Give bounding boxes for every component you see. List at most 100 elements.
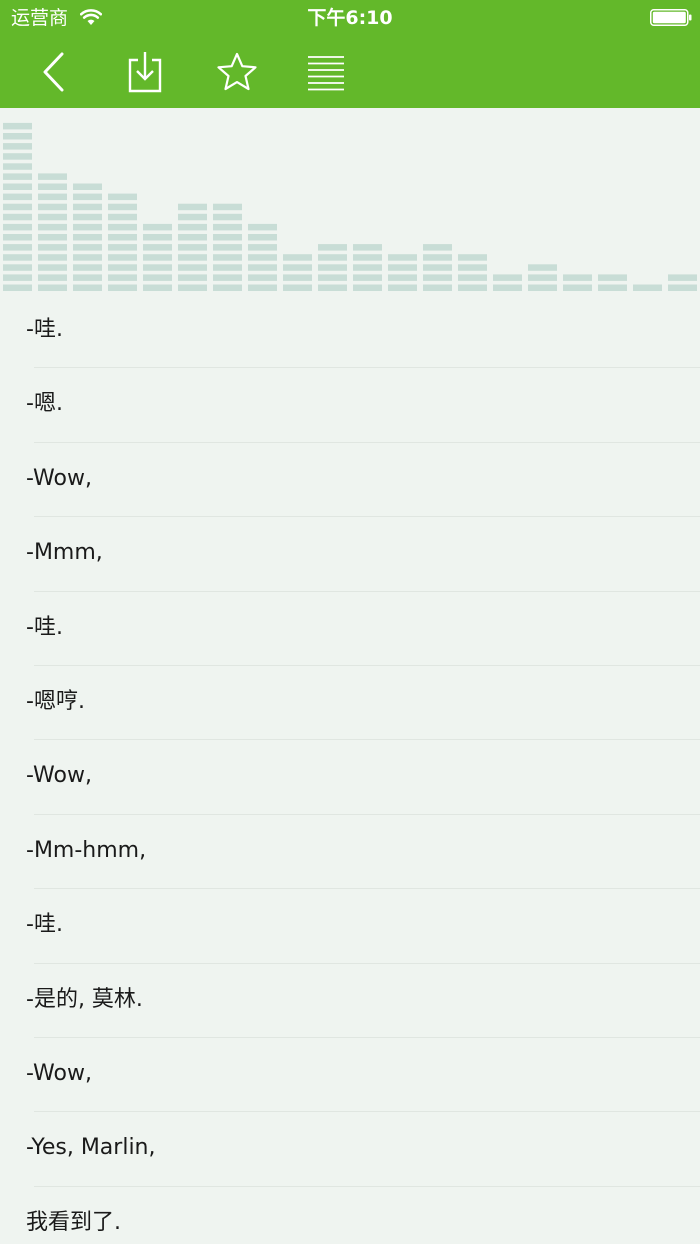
visualizer-segment: [213, 234, 242, 241]
visualizer-segment: [38, 213, 67, 221]
visualizer-segment: [528, 274, 557, 281]
favorite-button[interactable]: [211, 46, 263, 98]
visualizer-segment: [108, 234, 137, 241]
subtitle-row[interactable]: -Yes, Marlin,: [0, 1112, 700, 1188]
battery-icon: [650, 9, 692, 26]
visualizer-segment: [73, 244, 102, 251]
subtitle-row[interactable]: -Mm-hmm,: [0, 815, 700, 890]
visualizer-bar: [493, 274, 522, 291]
visualizer-segment: [178, 234, 207, 241]
subtitle-text: -Wow,: [26, 1060, 92, 1086]
visualizer-segment: [108, 284, 137, 291]
visualizer-segment: [213, 284, 242, 291]
visualizer-bar: [528, 264, 557, 291]
visualizer-segment: [38, 234, 67, 241]
subtitle-row[interactable]: -哇.: [0, 889, 700, 964]
subtitle-list: -哇. -嗯. -Wow, -Mmm, -哇. -嗯哼. -Wow, -Mm-hmm, -哇. -…: [0, 294, 700, 1244]
visualizer-segment: [353, 264, 382, 271]
visualizer-segment: [38, 193, 67, 201]
visualizer-segment: [3, 173, 32, 180]
subtitle-text: -Mm-hmm,: [26, 837, 147, 863]
visualizer-segment: [3, 183, 32, 190]
visualizer-segment: [178, 223, 207, 231]
list-icon: [308, 56, 344, 91]
subtitle-row[interactable]: -嗯哼.: [0, 666, 700, 741]
visualizer-segment: [213, 244, 242, 251]
visualizer-segment: [38, 223, 67, 231]
visualizer-segment: [73, 223, 102, 231]
visualizer-bar: [668, 274, 697, 291]
list-button[interactable]: [300, 46, 352, 98]
audio-visualizer: [3, 122, 697, 291]
visualizer-segment: [38, 203, 67, 211]
visualizer-segment: [73, 213, 102, 221]
visualizer-segment: [318, 284, 347, 291]
visualizer-segment: [563, 284, 592, 291]
visualizer-segment: [248, 284, 277, 291]
subtitle-text: -哇.: [26, 614, 63, 640]
visualizer-bar: [633, 284, 662, 291]
download-icon: [128, 52, 162, 93]
visualizer-segment: [318, 254, 347, 261]
visualizer-segment: [423, 264, 452, 271]
visualizer-segment: [73, 234, 102, 241]
visualizer-segment: [388, 264, 417, 271]
visualizer-segment: [73, 183, 102, 190]
visualizer-segment: [178, 264, 207, 271]
visualizer-segment: [493, 284, 522, 291]
subtitle-row[interactable]: -Wow,: [0, 740, 700, 816]
visualizer-segment: [3, 244, 32, 251]
visualizer-segment: [3, 223, 32, 231]
visualizer-segment: [143, 223, 172, 231]
visualizer-segment: [143, 234, 172, 241]
visualizer-segment: [423, 284, 452, 291]
visualizer-segment: [3, 133, 32, 140]
visualizer-segment: [388, 274, 417, 281]
subtitle-text: -嗯哼.: [26, 688, 85, 714]
visualizer-segment: [3, 234, 32, 241]
subtitle-row[interactable]: -哇.: [0, 592, 700, 667]
visualizer-bar: [3, 122, 32, 291]
subtitle-text: -Wow,: [26, 763, 92, 789]
visualizer-segment: [73, 254, 102, 261]
visualizer-segment: [3, 264, 32, 271]
visualizer-bar: [248, 223, 277, 291]
subtitle-text: -Mmm,: [26, 540, 103, 566]
visualizer-segment: [178, 244, 207, 251]
visualizer-segment: [178, 254, 207, 261]
subtitle-row[interactable]: -Wow,: [0, 443, 700, 518]
visualizer-segment: [598, 284, 627, 291]
visualizer-segment: [143, 274, 172, 281]
subtitle-row[interactable]: 我看到了.: [0, 1187, 700, 1244]
subtitle-row[interactable]: -Wow,: [0, 1038, 700, 1113]
visualizer-segment: [458, 264, 487, 271]
visualizer-segment: [563, 274, 592, 281]
subtitle-row[interactable]: -Mmm,: [0, 517, 700, 592]
subtitle-row[interactable]: -哇.: [0, 294, 700, 369]
visualizer-bar: [178, 203, 207, 291]
visualizer-segment: [283, 254, 312, 261]
subtitle-text: -Wow,: [26, 465, 92, 491]
visualizer-segment: [668, 274, 697, 281]
visualizer-segment: [143, 254, 172, 261]
visualizer-segment: [388, 284, 417, 291]
subtitle-row[interactable]: -嗯.: [0, 368, 700, 444]
visualizer-segment: [248, 264, 277, 271]
visualizer-segment: [388, 254, 417, 261]
visualizer-segment: [3, 274, 32, 281]
visualizer-segment: [353, 244, 382, 251]
back-button[interactable]: [28, 46, 80, 98]
download-button[interactable]: [119, 46, 171, 98]
visualizer-segment: [108, 203, 137, 211]
visualizer-segment: [108, 254, 137, 261]
visualizer-segment: [213, 264, 242, 271]
visualizer-segment: [353, 274, 382, 281]
visualizer-segment: [213, 223, 242, 231]
visualizer-bar: [458, 254, 487, 291]
subtitle-row[interactable]: -是的, 莫林.: [0, 964, 700, 1039]
status-time: 下午6:10: [307, 7, 393, 29]
subtitle-text: -是的, 莫林.: [26, 986, 143, 1012]
visualizer-segment: [283, 284, 312, 291]
status-bar: 运营商 下午6:10: [0, 0, 700, 36]
visualizer-segment: [73, 264, 102, 271]
